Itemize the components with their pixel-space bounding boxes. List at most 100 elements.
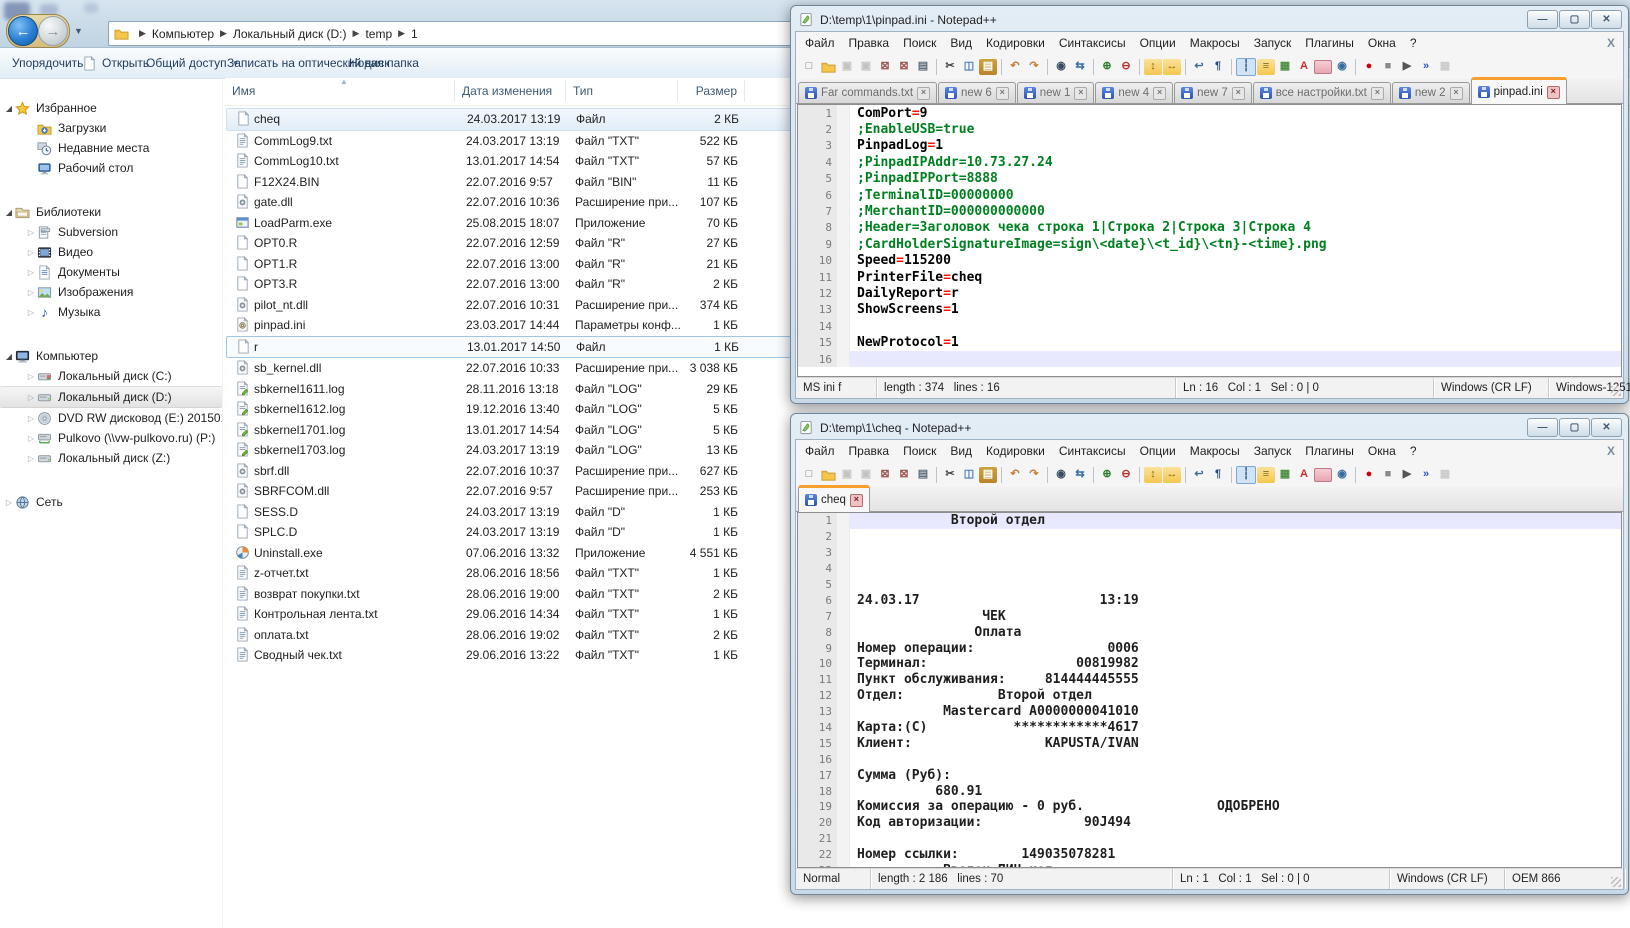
file-row[interactable]: SBRFCOM.dll22.07.2016 9:57Расширение при… — [226, 481, 812, 502]
file-row[interactable]: sbkernel1611.log28.11.2016 13:18Файл "LO… — [226, 379, 812, 400]
file-row[interactable]: r13.01.2017 14:50Файл1 КБ — [226, 336, 812, 359]
collapsed-arrow-icon[interactable]: ▷ — [26, 393, 36, 402]
tab-new-2[interactable]: new 2× — [1392, 82, 1470, 103]
menu-item-Вид[interactable]: Вид — [943, 444, 979, 458]
sidebar-item[interactable]: ▷Pulkovo (\\vw-pulkovo.ru) (P:) — [0, 428, 222, 448]
cut-icon[interactable]: ✂ — [941, 59, 959, 75]
new-file-icon[interactable]: □ — [800, 467, 818, 483]
doc-switcher-icon[interactable]: A — [1295, 467, 1313, 483]
new-file-icon[interactable]: □ — [800, 59, 818, 75]
file-row[interactable]: pinpad.ini23.03.2017 14:44Параметры конф… — [226, 315, 812, 336]
file-row[interactable]: OPT3.R22.07.2016 13:00Файл "R"2 КБ — [226, 274, 812, 295]
cut-icon[interactable]: ✂ — [941, 467, 959, 483]
menu-item-Кодировки[interactable]: Кодировки — [979, 444, 1052, 458]
tab-close-icon[interactable]: × — [850, 494, 863, 507]
menu-item-?[interactable]: ? — [1403, 444, 1424, 458]
file-row[interactable]: OPT0.R22.07.2016 12:59Файл "R"27 КБ — [226, 233, 812, 254]
menu-item-Макросы[interactable]: Макросы — [1183, 444, 1247, 458]
tab-new-4[interactable]: new 4× — [1095, 82, 1173, 103]
menu-item-Синтаксисы[interactable]: Синтаксисы — [1052, 36, 1133, 50]
tab-close-icon[interactable]: × — [1547, 86, 1560, 99]
file-row[interactable]: SPLC.D24.03.2017 13:19Файл "D"1 КБ — [226, 522, 812, 543]
breadcrumb-segment[interactable]: Компьютер — [152, 27, 214, 41]
replace-icon[interactable]: ⇆ — [1071, 59, 1089, 75]
function-list-icon[interactable]: ≡ — [1257, 467, 1275, 483]
maximize-button[interactable]: ▢ — [1559, 418, 1590, 437]
file-row[interactable]: возврат покупки.txt28.06.2016 19:00Файл … — [226, 584, 812, 605]
sidebar-item[interactable]: Загрузки — [0, 118, 222, 138]
macro-stop-icon[interactable]: ■ — [1379, 467, 1397, 483]
sync-scroll-v-icon[interactable]: ↕ — [1144, 467, 1162, 483]
sidebar-item[interactable]: ▷Видео — [0, 242, 222, 262]
editor[interactable]: 1ComPort=92;EnableUSB=true3PinpadLog=14;… — [797, 104, 1622, 377]
tab-close-icon[interactable]: × — [1153, 87, 1166, 100]
sidebar-item[interactable]: ▷♪Музыка — [0, 302, 222, 322]
sync-scroll-h-icon[interactable]: ↔ — [1163, 59, 1181, 75]
back-button[interactable]: ← — [8, 16, 38, 46]
collapsed-arrow-icon[interactable]: ▷ — [26, 434, 36, 443]
menu-item-Плагины[interactable]: Плагины — [1298, 444, 1361, 458]
command-new-folder[interactable]: Новая папка — [349, 48, 419, 78]
sidebar-item[interactable]: ▷DVD RW дисковод (E:) 20150119 — [0, 408, 222, 428]
copy-icon[interactable]: ◫ — [960, 59, 978, 75]
menu-item-Поиск[interactable]: Поиск — [896, 36, 943, 50]
editor[interactable]: 1 Второй отдел2345624.03.17 13:197 ЧЕК8 … — [797, 512, 1622, 868]
command-open[interactable]: Открыть — [82, 48, 149, 78]
menu-item-Запуск[interactable]: Запуск — [1247, 444, 1299, 458]
collapsed-arrow-icon[interactable]: ▷ — [26, 268, 36, 277]
macro-stop-icon[interactable]: ■ — [1379, 59, 1397, 75]
doc-map-icon[interactable]: ▦ — [1276, 59, 1294, 75]
file-row[interactable]: pilot_nt.dll22.07.2016 10:31Расширение п… — [226, 295, 812, 316]
redo-icon[interactable]: ↷ — [1025, 467, 1043, 483]
save-all-icon[interactable]: ▣ — [857, 467, 875, 483]
column-header-date-modified[interactable]: Дата изменения — [462, 78, 552, 104]
tab-cheq[interactable]: cheq× — [798, 485, 870, 512]
file-row[interactable]: LoadParm.exe25.08.2015 18:07Приложение70… — [226, 213, 812, 234]
tab-close-icon[interactable]: × — [996, 87, 1009, 100]
titlebar[interactable]: D:\temp\1\pinpad.ini - Notepad++ — ▢ ✕ — [791, 6, 1628, 31]
resize-grip[interactable] — [1611, 877, 1621, 887]
zoom-in-icon[interactable]: ⊕ — [1098, 467, 1116, 483]
word-wrap-icon[interactable]: ↩ — [1190, 467, 1208, 483]
save-icon[interactable]: ▣ — [838, 59, 856, 75]
menu-item-Опции[interactable]: Опции — [1133, 36, 1183, 50]
file-row[interactable]: CommLog9.txt24.03.2017 13:19Файл "TXT"52… — [226, 131, 812, 152]
tab-Far-commands.txt[interactable]: Far commands.txt× — [798, 82, 937, 103]
column-header-type[interactable]: Тип — [573, 78, 593, 104]
doc-switcher-icon[interactable]: A — [1295, 59, 1313, 75]
menubar-close-icon[interactable]: X — [1607, 36, 1615, 50]
file-row[interactable]: SESS.D24.03.2017 13:19Файл "D"1 КБ — [226, 502, 812, 523]
file-row[interactable]: sbkernel1703.log24.03.2017 13:19Файл "LO… — [226, 440, 812, 461]
tab-new-6[interactable]: new 6× — [938, 82, 1016, 103]
sync-scroll-h-icon[interactable]: ↔ — [1163, 467, 1181, 483]
doc-map-icon[interactable]: ▦ — [1276, 467, 1294, 483]
macro-record-icon[interactable]: ● — [1360, 59, 1378, 75]
collapsed-arrow-icon[interactable]: ▷ — [26, 228, 36, 237]
find-icon[interactable]: ◉ — [1052, 59, 1070, 75]
menu-item-Синтаксисы[interactable]: Синтаксисы — [1052, 444, 1133, 458]
sidebar-item[interactable]: ▷Локальный диск (D:) — [0, 386, 222, 408]
file-row[interactable]: Сводный чек.txt29.06.2016 13:22Файл "TXT… — [226, 645, 812, 666]
show-all-chars-icon[interactable]: ¶ — [1209, 467, 1227, 483]
folder-as-workspace-icon[interactable] — [1314, 60, 1332, 74]
zoom-out-icon[interactable]: ⊖ — [1117, 59, 1135, 75]
collapsed-arrow-icon[interactable]: ▷ — [26, 248, 36, 257]
forward-button[interactable]: → — [38, 16, 68, 46]
file-row[interactable]: Контрольная лента.txt29.06.2016 14:34Фай… — [226, 604, 812, 625]
menu-item-Правка[interactable]: Правка — [842, 36, 897, 50]
file-row[interactable]: sbkernel1701.log13.01.2017 14:54Файл "LO… — [226, 420, 812, 441]
view-monitor-icon[interactable]: ◉ — [1333, 467, 1351, 483]
menu-item-Плагины[interactable]: Плагины — [1298, 36, 1361, 50]
paste-icon[interactable]: ▤ — [979, 467, 997, 483]
titlebar[interactable]: D:\temp\1\cheq - Notepad++ — ▢ ✕ — [791, 414, 1628, 439]
menubar-close-icon[interactable]: X — [1607, 444, 1615, 458]
zoom-out-icon[interactable]: ⊖ — [1117, 467, 1135, 483]
paste-icon[interactable]: ▤ — [979, 59, 997, 75]
tab-все-настройки.txt[interactable]: все настройки.txt× — [1253, 82, 1391, 103]
expanded-arrow-icon[interactable]: ◢ — [4, 104, 14, 113]
view-monitor-icon[interactable]: ◉ — [1333, 59, 1351, 75]
file-row[interactable]: cheq24.03.2017 13:19Файл2 КБ — [226, 108, 812, 131]
tab-close-icon[interactable]: × — [1371, 87, 1384, 100]
collapsed-arrow-icon[interactable]: ▷ — [26, 308, 36, 317]
collapsed-arrow-icon[interactable]: ▷ — [26, 454, 36, 463]
